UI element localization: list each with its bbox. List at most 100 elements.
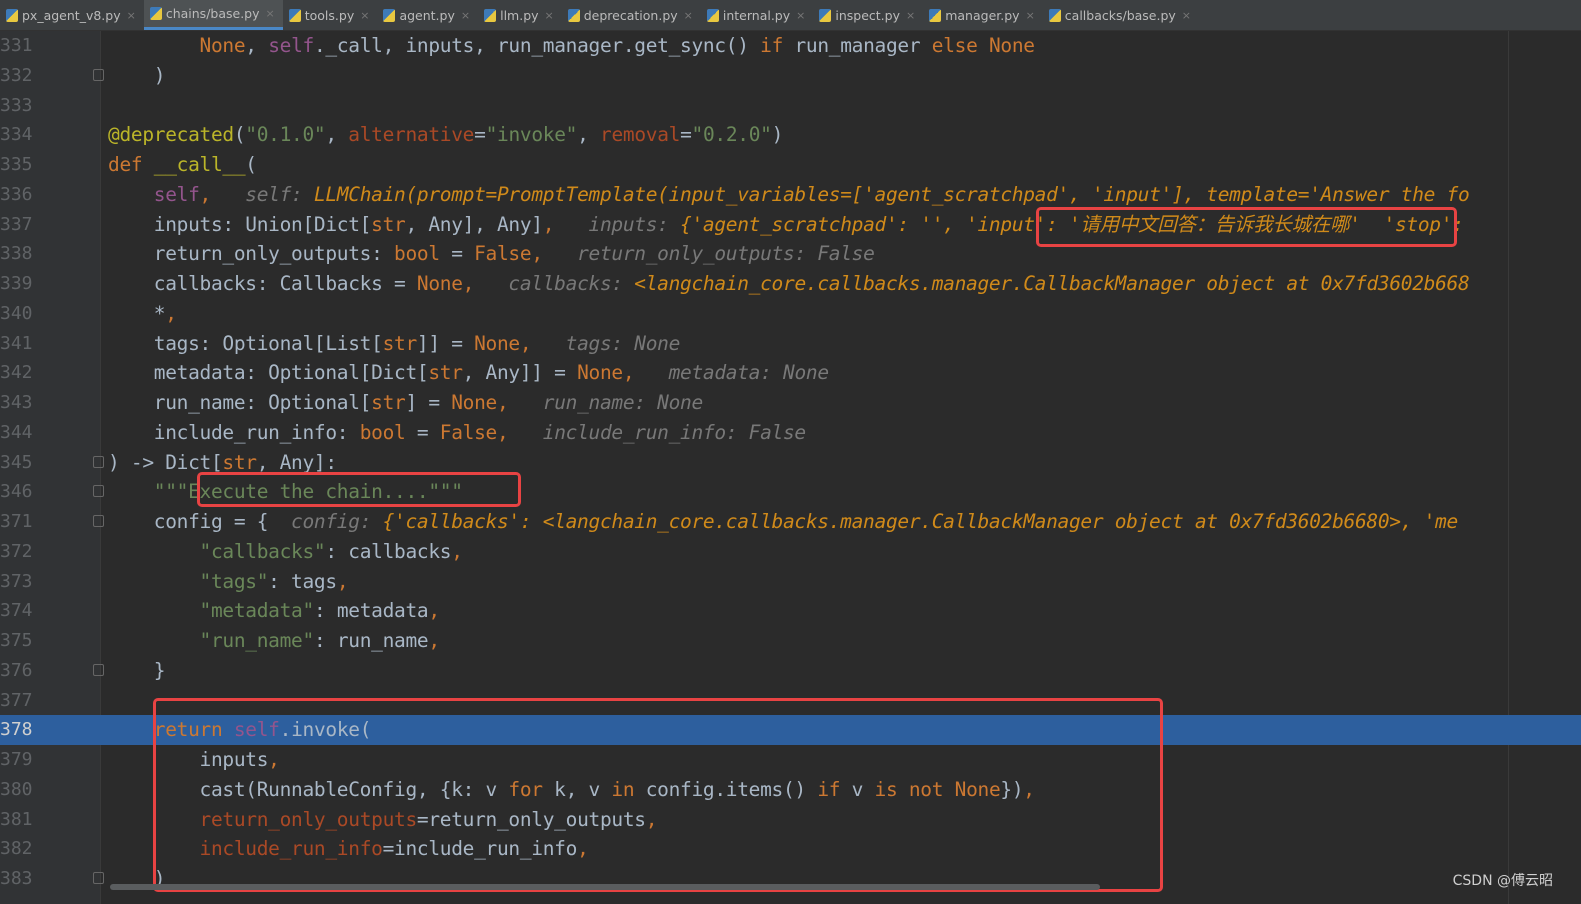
code-token: "callbacks" [199, 539, 326, 563]
line-number[interactable]: 344 [0, 418, 34, 448]
tab-manager-py[interactable]: manager.py × [923, 0, 1043, 30]
code-token: bool [359, 420, 406, 444]
code-line[interactable]: 339 callbacks: Callbacks = None, callbac… [0, 269, 1581, 299]
line-number[interactable]: 374 [0, 596, 34, 626]
fold-icon[interactable] [93, 515, 104, 527]
fold-icon[interactable] [93, 68, 104, 81]
line-number[interactable]: 335 [0, 150, 34, 180]
code-token: __call__ [153, 153, 246, 176]
code-token: = [680, 123, 692, 147]
line-number[interactable]: 378 [0, 715, 34, 745]
code-line[interactable]: 344 include_run_info: bool = False, incl… [0, 418, 1581, 448]
fold-icon[interactable] [93, 485, 104, 498]
code-token: str [382, 331, 418, 355]
code-line[interactable]: 331 None, self._call, inputs, run_manage… [0, 31, 1581, 61]
code-line[interactable]: 341 tags: Optional[List[str]] = None, ta… [0, 329, 1581, 359]
line-number[interactable]: 383 [0, 864, 34, 894]
code-token: False [439, 420, 498, 444]
line-number[interactable]: 342 [0, 358, 34, 388]
code-line[interactable]: 372 "callbacks": callbacks, [0, 537, 1581, 567]
code-token: self: [222, 182, 314, 206]
python-file-icon [819, 8, 832, 22]
line-number[interactable]: 376 [0, 656, 34, 686]
close-icon[interactable]: × [360, 9, 369, 22]
line-number[interactable]: 372 [0, 537, 34, 567]
line-number[interactable]: 373 [0, 567, 34, 597]
tab-inspect-py[interactable]: inspect.py × [813, 0, 923, 30]
code-token: "0.2.0" [691, 123, 772, 147]
code-line[interactable]: 335 def __call__( [0, 150, 1581, 180]
line-number[interactable]: 336 [0, 180, 34, 210]
code-text: @deprecated("0.1.0", alternative="invoke… [108, 120, 783, 150]
line-number[interactable]: 381 [0, 805, 34, 835]
fold-icon[interactable] [93, 872, 104, 884]
line-number[interactable]: 377 [0, 686, 34, 716]
code-line[interactable]: 373 "tags": tags, [0, 567, 1581, 597]
line-number[interactable]: 331 [0, 31, 34, 61]
python-file-icon [288, 8, 301, 22]
tab-callbacks-base-py[interactable]: callbacks/base.py × [1043, 0, 1199, 30]
tab-llm-py[interactable]: llm.py × [478, 0, 562, 30]
code-line[interactable]: 342 metadata: Optional[Dict[str, Any]] =… [0, 358, 1581, 388]
close-icon[interactable]: × [266, 7, 275, 20]
horizontal-scrollbar[interactable] [110, 884, 1100, 890]
tab-chains-base-py[interactable]: chains/base.py × [143, 0, 283, 30]
code-token: , [496, 391, 520, 414]
line-number[interactable]: 341 [0, 329, 34, 359]
close-icon[interactable]: × [127, 9, 136, 22]
tab-agent-py[interactable]: agent.py × [377, 0, 478, 30]
code-line[interactable]: 336 self, self: LLMChain(prompt=PromptTe… [0, 180, 1581, 210]
line-number[interactable]: 332 [0, 61, 34, 91]
code-token: ) -> Dict[ [108, 450, 223, 474]
close-icon[interactable]: × [796, 9, 805, 22]
code-token: metadata: None [645, 361, 829, 385]
close-icon[interactable]: × [545, 9, 554, 22]
code-token: "run_name" [199, 629, 315, 652]
code-line[interactable]: 374 "metadata": metadata, [0, 596, 1581, 626]
code-line[interactable]: 334 @deprecated("0.1.0", alternative="inv… [0, 120, 1581, 150]
code-text: ) [108, 61, 166, 91]
code-line[interactable]: 371 config = { config: {'callbacks': <la… [0, 507, 1581, 537]
code-line[interactable]: 375 "run_name": run_name, [0, 626, 1581, 656]
code-text: tags: Optional[List[str]] = None, tags: … [108, 329, 681, 359]
code-token: , [336, 569, 349, 593]
watermark: CSDN @傅云昭 [1452, 873, 1553, 889]
tab-label: manager.py [945, 7, 1020, 23]
code-token: None [988, 34, 1035, 57]
line-number[interactable]: 346 [0, 477, 34, 507]
code-line[interactable]: 333 [0, 91, 1581, 121]
line-number[interactable]: 371 [0, 507, 34, 537]
line-number[interactable]: 339 [0, 269, 34, 299]
close-icon[interactable]: × [1182, 9, 1191, 22]
code-line[interactable]: 332 ) [0, 61, 1581, 91]
line-number[interactable]: 334 [0, 120, 34, 150]
code-line[interactable]: 376 } [0, 656, 1581, 686]
code-token: None [199, 34, 246, 57]
code-token: , Any]: [256, 450, 337, 474]
tab-internal-py[interactable]: internal.py × [701, 0, 814, 30]
tab-tools-py[interactable]: tools.py × [283, 0, 378, 30]
line-number[interactable]: 340 [0, 299, 34, 329]
code-line[interactable]: 340 *, [0, 299, 1581, 329]
line-number[interactable]: 382 [0, 834, 34, 864]
line-number[interactable]: 379 [0, 745, 34, 775]
line-number[interactable]: 343 [0, 388, 34, 418]
code-line[interactable]: 343 run_name: Optional[str] = None, run_… [0, 388, 1581, 418]
close-icon[interactable]: × [461, 9, 470, 22]
tab-deprecation-py[interactable]: deprecation.py × [562, 0, 701, 30]
close-icon[interactable]: × [684, 9, 693, 22]
line-number[interactable]: 333 [0, 91, 34, 121]
tab-px-agent-v8-py[interactable]: px_agent_v8.py × [0, 0, 144, 30]
fold-icon[interactable] [93, 455, 104, 468]
line-number[interactable]: 345 [0, 448, 34, 478]
line-number[interactable]: 375 [0, 626, 34, 656]
line-number[interactable]: 380 [0, 775, 34, 805]
line-number[interactable]: 337 [0, 210, 34, 240]
line-number[interactable]: 338 [0, 239, 34, 269]
close-icon[interactable]: × [1026, 9, 1035, 22]
python-file-icon [149, 7, 162, 20]
fold-icon[interactable] [93, 663, 104, 676]
close-icon[interactable]: × [906, 9, 915, 22]
